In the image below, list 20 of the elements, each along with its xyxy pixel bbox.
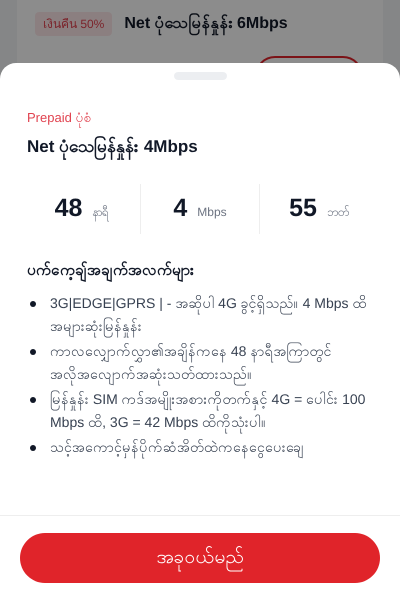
bullet-icon <box>30 397 36 403</box>
plan-title: Net ပုံသေမြန်နှုန်း 4Mbps <box>27 134 373 159</box>
detail-text: သင့်အကောင့်မှန်ပိုက်ဆံအိတ်ထဲကနေငွေပေးချေ <box>50 436 304 459</box>
details-heading: ပက်ကေ့ချ်အချက်အလက်များ <box>27 260 373 282</box>
stat-unit: Mbps <box>197 204 227 221</box>
detail-text: ကာလလျှောက်လွှာ၏အချိန်ကနေ 48 နာရီအကြာတွင်အလိုအလျောက်အဆုံးသတ်ထားသည်။ <box>50 340 373 386</box>
stat-value: 55 <box>289 193 317 224</box>
bullet-icon <box>30 301 36 307</box>
bullet-icon <box>30 445 36 451</box>
stat-value: 48 <box>54 193 82 224</box>
detail-text: 3G|EDGE|GPRS | - အဆိုပါ 4G ခွင့်ရှိသည်။ 4 Mbps ထိအများဆုံးမြန်နှုန်း <box>50 292 373 338</box>
plan-category: Prepaid ပုံစံ <box>27 108 373 128</box>
plan-title: Net ပုံသေမြန်နှုန်း 6Mbps <box>124 12 288 36</box>
stat-unit: ဘတ် <box>326 204 349 221</box>
cashback-badge: เงินคืน 50% <box>35 12 112 36</box>
buy-now-button[interactable]: အခုဝယ်မည် <box>20 533 380 583</box>
detail-text: မြန်နှုန်း SIM ကဒ်အမျိုးအစားကိုတက်နှင့် 4G = ပေါင်း 100 Mbps ထိ, 3G = 42 Mbps ထိကိုသုံးပါ။ <box>50 388 373 434</box>
stat-unit: နာရီ <box>92 203 108 221</box>
stat-value: 4 <box>173 193 188 224</box>
bullet-icon <box>30 349 36 355</box>
